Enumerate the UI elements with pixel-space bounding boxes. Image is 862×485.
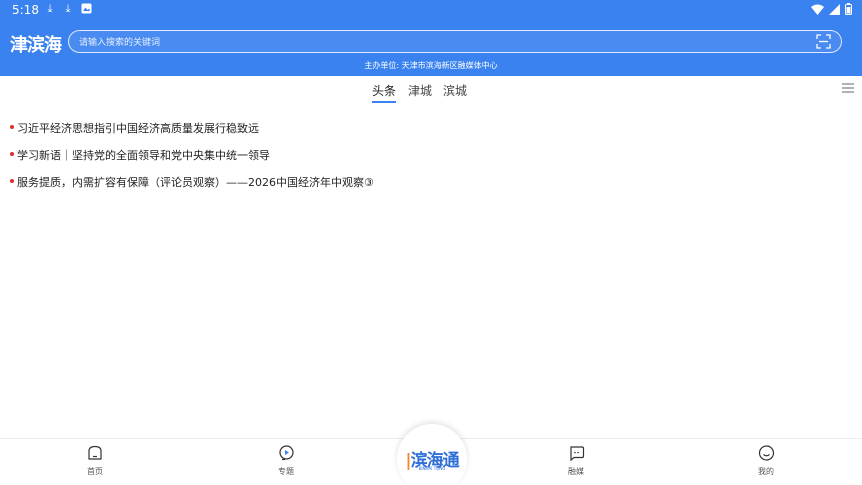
bullet-dot-icon — [10, 125, 14, 129]
nav-media-label: 融媒 — [568, 467, 584, 476]
menu-icon[interactable] — [842, 83, 854, 93]
status-time: 5:18 — [12, 3, 39, 17]
tab-bincheng[interactable]: 滨城 — [443, 82, 467, 99]
bullet-dot-icon — [10, 152, 14, 156]
download-icon: ⤓ — [65, 2, 71, 15]
news-item[interactable]: 服务提质，内需扩容有保障（评论员观察）——2026中国经济年中观察③ — [10, 168, 850, 195]
nav-media[interactable]: 融媒 — [551, 445, 601, 477]
news-title: 学习新语｜坚持党的全面领导和党中央集中统一领导 — [17, 148, 270, 162]
app-logo: 津滨海 — [10, 35, 62, 56]
app-header: 津滨海 主办单位: 天津市滨海新区融媒体中心 — [0, 20, 862, 76]
nav-home[interactable]: 首页 — [70, 445, 120, 477]
nav-topics-label: 专题 — [278, 467, 294, 476]
home-icon — [88, 445, 102, 460]
scan-icon[interactable] — [816, 34, 831, 49]
nav-topics[interactable]: 专题 — [261, 445, 311, 477]
signal-icon — [829, 3, 840, 15]
news-item[interactable]: 习近平经济思想指引中国经济高质量发展行稳致远 — [10, 114, 850, 141]
sponsor-text: 主办单位: 天津市滨海新区融媒体中心 — [364, 61, 498, 70]
binhaitong-sub-label: BINHAI TONG — [418, 466, 446, 471]
news-item[interactable]: 学习新语｜坚持党的全面领导和党中央集中统一领导 — [10, 141, 850, 168]
nav-mine[interactable]: 我的 — [741, 445, 791, 477]
news-list: 习近平经济思想指引中国经济高质量发展行稳致远 学习新语｜坚持党的全面领导和党中央… — [10, 114, 850, 195]
play-topic-icon — [278, 445, 294, 461]
battery-icon — [845, 3, 852, 15]
status-notification-icons: ⤓ ⤓ — [44, 3, 92, 15]
search-input[interactable] — [79, 34, 779, 50]
profile-icon — [758, 445, 774, 461]
nav-home-label: 首页 — [87, 467, 103, 476]
nav-mine-label: 我的 — [758, 467, 774, 476]
chat-media-icon — [569, 446, 584, 461]
tab-headlines[interactable]: 头条 — [372, 82, 397, 103]
news-title: 服务提质，内需扩容有保障（评论员观察）——2026中国经济年中观察③ — [17, 175, 374, 189]
bullet-dot-icon — [10, 179, 14, 183]
channel-tabs: 头条 津城 滨城 — [0, 76, 862, 103]
image-notification-icon — [80, 3, 92, 15]
status-bar: 5:18 ⤓ ⤓ — [0, 0, 862, 20]
tab-jincheng[interactable]: 津城 — [408, 82, 432, 99]
news-title: 习近平经济思想指引中国经济高质量发展行稳致远 — [17, 121, 259, 135]
download-icon: ⤓ — [47, 2, 53, 15]
search-bar[interactable] — [68, 30, 842, 53]
status-system-icons — [811, 3, 852, 15]
wifi-icon — [811, 4, 824, 15]
binhaitong-center-button[interactable]: |滨海通 BINHAI TONG — [397, 424, 467, 485]
